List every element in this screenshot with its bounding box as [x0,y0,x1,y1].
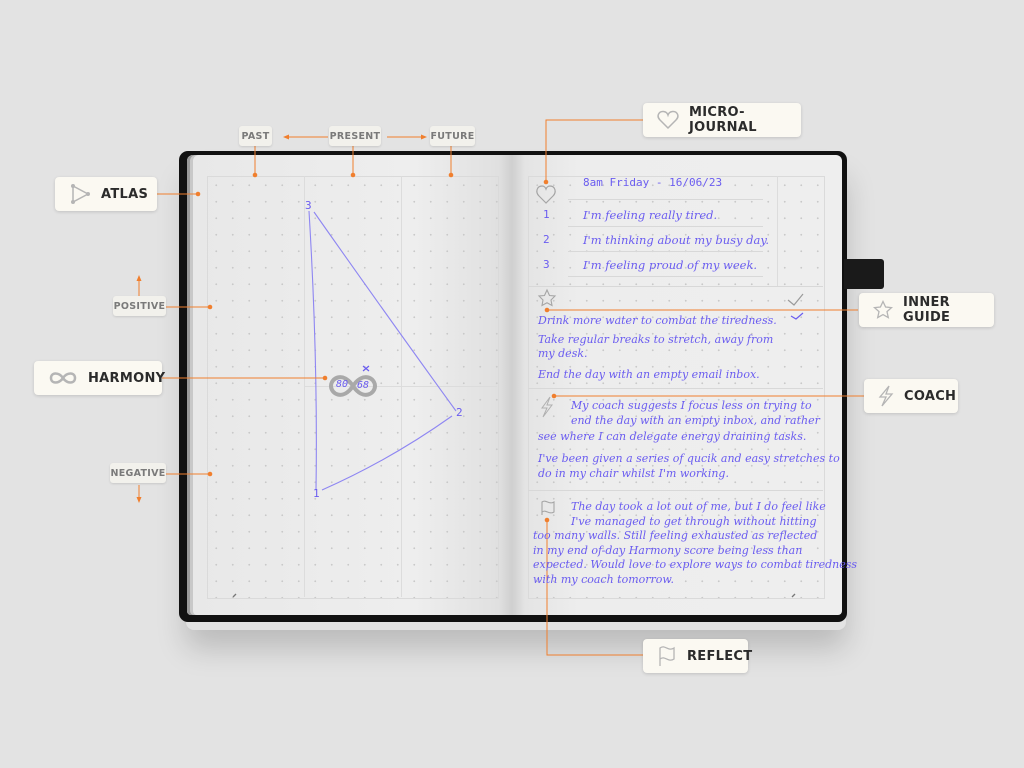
harmony-score-right: 68 [357,380,370,391]
journal-entry: I'm thinking about my busy day. [583,233,769,247]
reflect-line: expected. Would love to explore ways to … [533,558,858,571]
micro-journal-label: MICRO-JOURNAL [689,105,757,135]
harmony-score-left: 80 [336,379,349,390]
reflect-line: The day took a lot out of me, but I do f… [571,500,826,513]
inner-guide-label-card: INNER GUIDE [859,293,994,327]
journal-entry: I'm feeling proud of my week. [583,258,758,272]
coach-line: I've been given a series of qucik and ea… [538,452,840,465]
atlas-point-1-label: 1 [313,487,320,500]
inner-guide-star-icon [537,288,557,307]
blue-check-icon [790,312,804,320]
star-icon [873,300,893,319]
coach-line: end the day with an empty inbox, and rat… [571,414,820,427]
flag-icon [659,646,675,666]
inner-guide-line: my desk. [538,347,588,360]
journal-entry-number: 1 [543,208,550,221]
atlas-edge-3-1 [308,210,317,491]
atlas-label-card: ATLAS [55,177,157,211]
journal-entry-number: 3 [543,258,550,271]
coach-line: see where I can delegate energy draining… [538,430,807,443]
harmony-label-card: HARMONY [34,361,166,395]
negative-label: NEGATIVE [110,467,166,479]
journal-entry: I'm feeling really tired. [583,208,718,222]
coach-label: COACH [904,388,957,404]
journal-date: 8am Friday - 16/06/23 [583,176,723,189]
positive-tag: POSITIVE [113,296,166,316]
reflect-flag-icon [541,500,555,515]
connector-dots [136,134,557,523]
reflect-line: with my coach tomorrow. [533,573,675,586]
atlas-point-3-label: 3 [305,199,312,212]
coach-label-card: COACH [864,379,958,413]
inner-guide-label: INNER GUIDE [903,295,951,325]
page-corner-mark [232,593,237,598]
present-label: PRESENT [329,130,381,142]
harmony-marker-icon [362,365,370,372]
grey-check-icon [787,293,804,306]
coach-line: My coach suggests I focus less on trying… [571,399,812,412]
positive-label: POSITIVE [113,300,166,312]
present-tag: PRESENT [329,126,381,146]
journal-entry-number: 2 [543,233,550,246]
reflect-label: REFLECT [687,648,753,664]
past-tag: PAST [239,126,272,146]
atlas-point-2-label: 2 [456,406,463,419]
future-label: FUTURE [430,130,475,142]
page-corner-mark [791,593,796,598]
harmony-label: HARMONY [88,370,166,386]
reflect-line: too many walls. Still feeling exhausted … [533,529,818,542]
triangle-nodes-icon [71,184,90,204]
past-label: PAST [241,130,270,142]
reflect-label-card: REFLECT [643,639,752,673]
micro-journal-heart-icon [536,185,556,204]
lightning-icon [878,385,894,407]
inner-guide-line: End the day with an empty email inbox. [538,368,760,381]
infinity-icon [49,372,77,384]
future-tag: FUTURE [430,126,475,146]
atlas-edge-2-1 [321,415,453,491]
negative-tag: NEGATIVE [110,463,166,483]
connector-lines [138,119,865,656]
coach-lightning-icon [541,396,553,418]
micro-journal-label-card: MICRO-JOURNAL [643,103,801,137]
heart-icon [657,110,679,130]
coach-line: do in my chair whilst I'm working. [538,467,729,480]
atlas-label: ATLAS [101,186,149,202]
inner-guide-line: Drink more water to combat the tiredness… [538,314,777,327]
